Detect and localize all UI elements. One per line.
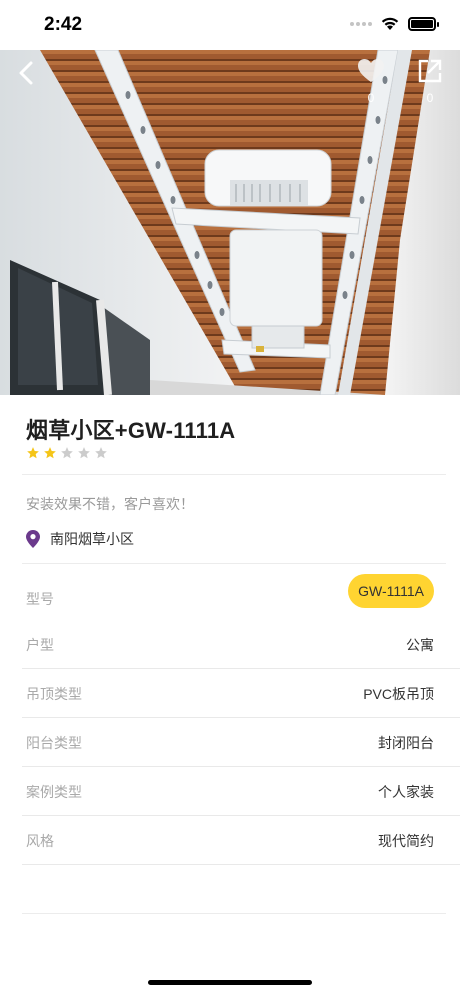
property-value: 公寓 xyxy=(406,637,434,653)
wifi-icon xyxy=(380,16,400,31)
chevron-left-icon xyxy=(19,61,33,85)
signal-icon xyxy=(350,21,372,26)
share-count: 0 xyxy=(426,91,434,105)
property-row-house-type: 户型 公寓 xyxy=(22,620,460,669)
back-button[interactable] xyxy=(14,60,40,86)
hero-image: 0 0 xyxy=(0,50,460,395)
home-indicator xyxy=(148,980,312,985)
property-label: 户型 xyxy=(26,637,54,653)
property-label: 吊顶类型 xyxy=(26,686,82,702)
property-label: 案例类型 xyxy=(26,784,82,800)
divider xyxy=(22,563,446,564)
share-button[interactable]: 0 xyxy=(415,58,445,105)
like-button[interactable]: 0 xyxy=(356,58,386,105)
rating-stars xyxy=(26,446,108,460)
property-label: 型号 xyxy=(26,591,54,607)
case-photo xyxy=(0,50,460,395)
share-icon xyxy=(418,59,442,83)
case-description: 安装效果不错，客户喜欢！ xyxy=(26,496,194,512)
star-icon xyxy=(61,447,73,459)
divider xyxy=(22,913,446,914)
location[interactable]: 南阳烟草小区 xyxy=(26,529,134,549)
property-value: 现代简约 xyxy=(378,833,434,849)
star-icon xyxy=(95,447,107,459)
divider xyxy=(22,474,446,475)
status-bar: 2:42 xyxy=(0,0,460,50)
case-title: 烟草小区+GW-1111A xyxy=(26,418,236,443)
property-row-case-type: 案例类型 个人家装 xyxy=(22,767,460,816)
property-row-balcony-type: 阳台类型 封闭阳台 xyxy=(22,718,460,767)
star-icon xyxy=(44,447,56,459)
property-value: 封闭阳台 xyxy=(378,735,434,751)
like-count: 0 xyxy=(367,91,375,105)
property-label: 阳台类型 xyxy=(26,735,82,751)
property-value: 个人家装 xyxy=(378,784,434,800)
status-time: 2:42 xyxy=(44,14,83,35)
location-label: 南阳烟草小区 xyxy=(50,531,134,547)
property-row-model: 型号 GW-1111A xyxy=(22,574,434,623)
property-row-style: 风格 现代简约 xyxy=(22,816,460,865)
map-pin-icon xyxy=(26,530,40,548)
star-icon xyxy=(78,447,90,459)
battery-icon xyxy=(408,16,439,31)
heart-icon xyxy=(358,59,384,82)
property-value: PVC板吊顶 xyxy=(363,686,434,702)
status-icons xyxy=(350,16,439,31)
star-icon xyxy=(27,447,39,459)
model-badge[interactable]: GW-1111A xyxy=(348,574,434,608)
property-label: 风格 xyxy=(26,833,54,849)
property-row-ceiling-type: 吊顶类型 PVC板吊顶 xyxy=(22,669,460,718)
